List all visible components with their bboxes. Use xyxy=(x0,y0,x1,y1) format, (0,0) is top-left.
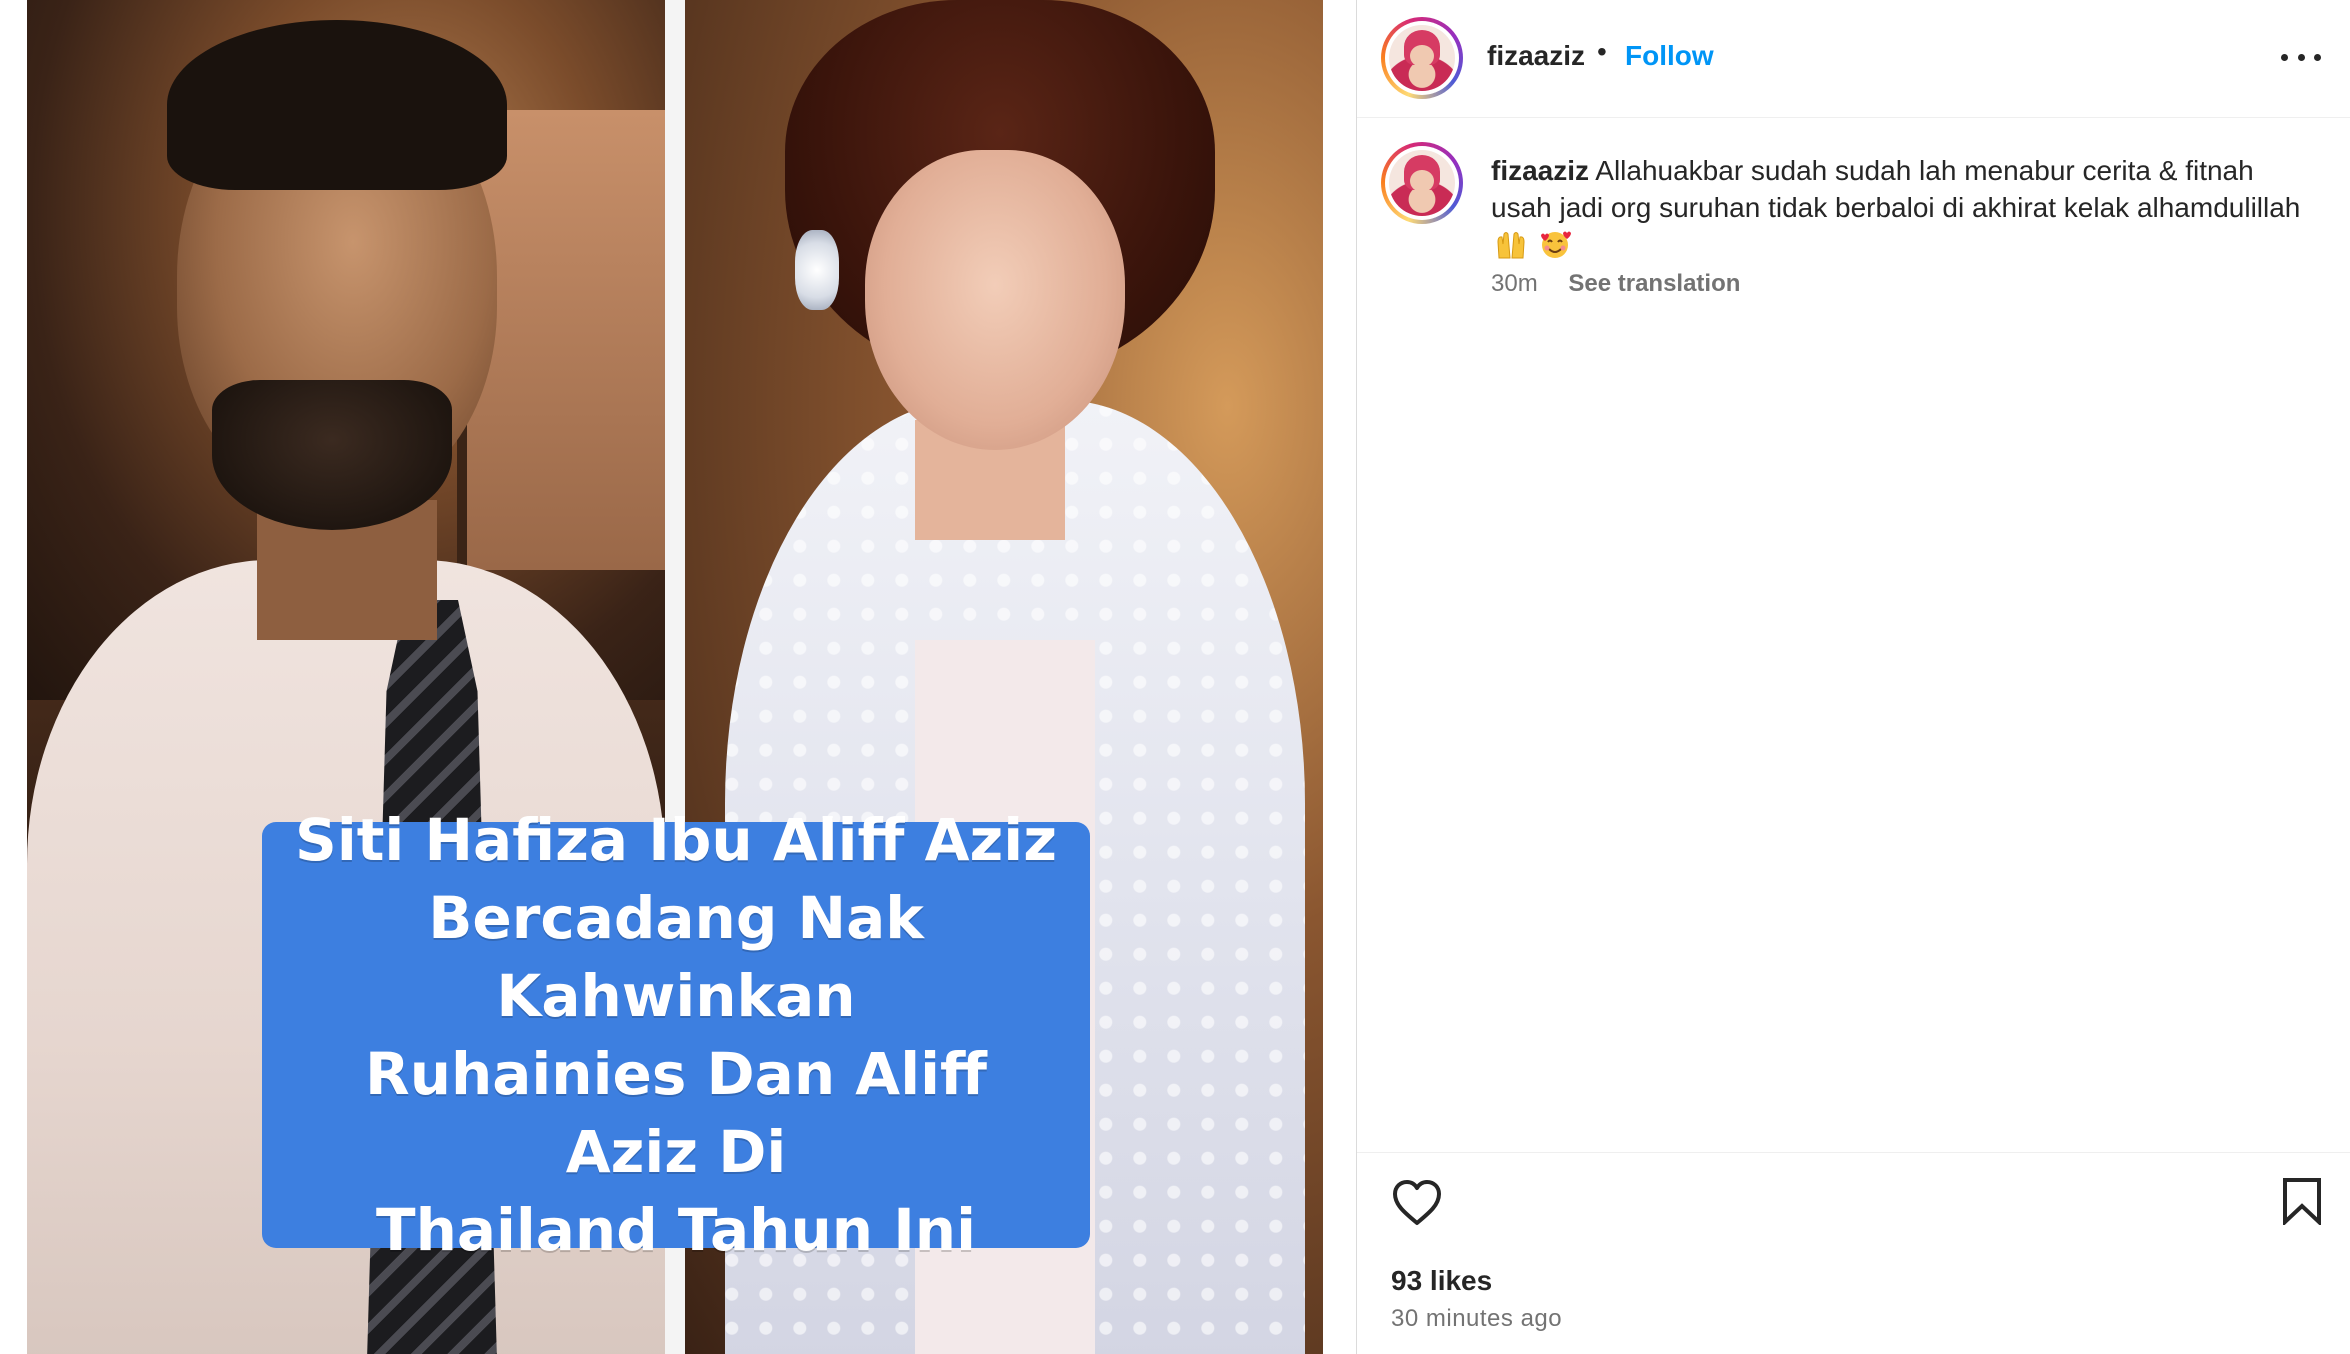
headline-line: Siti Hafiza Ibu Aliff Aziz xyxy=(295,806,1057,874)
earring xyxy=(795,230,839,310)
post-actions: 93 likes 30 minutes ago xyxy=(1357,1152,2350,1354)
headline-line: Thailand Tahun Ini xyxy=(376,1196,976,1264)
hair xyxy=(167,20,507,190)
post-timestamp[interactable]: 30 minutes ago xyxy=(1391,1305,1562,1333)
avatar[interactable] xyxy=(1381,142,1463,224)
comment-meta: 30m See translation xyxy=(1491,270,1740,298)
likes-count[interactable]: 93 likes xyxy=(1391,1265,1492,1297)
raising-hands-emoji xyxy=(1497,232,1525,259)
beard xyxy=(212,380,452,530)
comment-body: fizaaziz Allahuakbar sudah sudah lah men… xyxy=(1491,152,2311,263)
see-translation-button[interactable]: See translation xyxy=(1568,270,1740,297)
post-media[interactable]: Siti Hafiza Ibu Aliff Aziz Bercadang Nak… xyxy=(27,0,1323,1354)
heart-icon[interactable] xyxy=(1391,1179,1443,1227)
avatar[interactable] xyxy=(1381,17,1463,99)
headline-text: Siti Hafiza Ibu Aliff Aziz Bercadang Nak… xyxy=(292,801,1060,1269)
headline-line: Bercadang Nak Kahwinkan xyxy=(428,884,924,1030)
author-username[interactable]: fizaaziz xyxy=(1487,40,1585,72)
comment-text: Allahuakbar sudah sudah lah menabur ceri… xyxy=(1491,155,2301,223)
headline-line: Ruhainies Dan Aliff Aziz Di xyxy=(365,1040,987,1186)
smiling-face-with-hearts-emoji xyxy=(1540,231,1571,258)
more-options-icon[interactable] xyxy=(2281,46,2321,68)
comment-time[interactable]: 30m xyxy=(1491,270,1538,297)
face xyxy=(865,150,1125,450)
separator-dot: • xyxy=(1597,36,1607,67)
post-sidebar: fizaaziz • Follow fizaaziz Allahuakbar s… xyxy=(1356,0,2350,1354)
post-header: fizaaziz • Follow xyxy=(1357,0,2350,118)
headline-caption: Siti Hafiza Ibu Aliff Aziz Bercadang Nak… xyxy=(262,806,1090,1264)
comment-username[interactable]: fizaaziz xyxy=(1491,155,1589,186)
follow-button[interactable]: Follow xyxy=(1625,40,1714,72)
bookmark-icon[interactable] xyxy=(2281,1177,2323,1225)
